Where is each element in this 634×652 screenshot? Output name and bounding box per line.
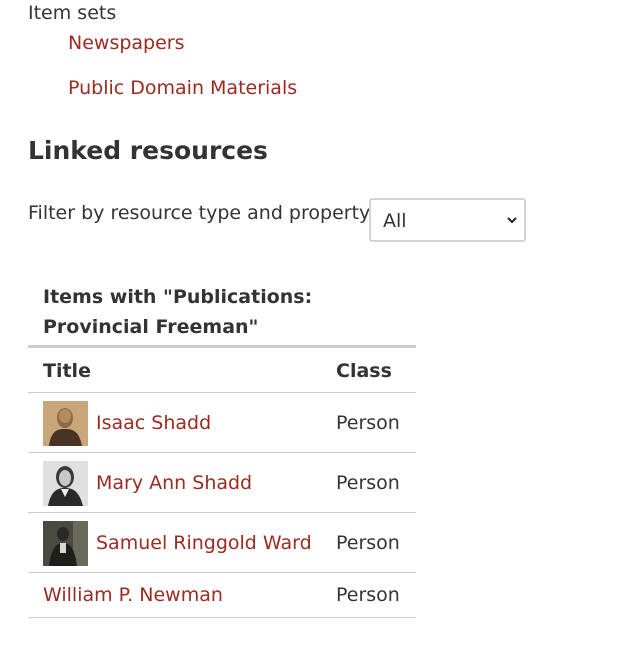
linked-resources-table: Title Class Isaac Shadd Person Mary Ann … — [28, 345, 416, 618]
table-caption: Items with "Publications: Provincial Fre… — [43, 286, 313, 338]
table-row: William P. Newman Person — [28, 573, 416, 618]
page: Item sets Newspapers Public Domain Mater… — [0, 0, 634, 652]
row-title-link[interactable]: Isaac Shadd — [96, 410, 211, 436]
row-class: Person — [336, 412, 400, 434]
chevron-down-icon — [507, 217, 517, 224]
item-set-link-newspapers[interactable]: Newspapers — [68, 30, 185, 56]
table-row: Samuel Ringgold Ward Person — [28, 513, 416, 573]
column-header-title: Title — [43, 360, 91, 382]
portrait-thumbnail[interactable] — [43, 401, 88, 446]
linked-resources-heading: Linked resources — [28, 136, 268, 165]
portrait-thumbnail[interactable] — [43, 521, 88, 566]
row-class: Person — [336, 532, 400, 554]
table-row: Isaac Shadd Person — [28, 393, 416, 453]
filter-label: Filter by resource type and property — [28, 202, 371, 224]
row-title-link[interactable]: William P. Newman — [43, 582, 223, 608]
row-class: Person — [336, 472, 400, 494]
table-header-row: Title Class — [28, 345, 416, 393]
column-header-class: Class — [336, 360, 392, 382]
portrait-thumbnail[interactable] — [43, 461, 88, 506]
row-title-link[interactable]: Mary Ann Shadd — [96, 470, 252, 496]
table-row: Mary Ann Shadd Person — [28, 453, 416, 513]
resource-filter-select[interactable]: All — [369, 198, 526, 242]
row-title-link[interactable]: Samuel Ringgold Ward — [96, 530, 312, 556]
item-set-link-public-domain-materials[interactable]: Public Domain Materials — [68, 75, 297, 101]
filter-selected-value: All — [383, 210, 407, 232]
item-sets-label: Item sets — [28, 2, 117, 24]
row-class: Person — [336, 584, 400, 606]
